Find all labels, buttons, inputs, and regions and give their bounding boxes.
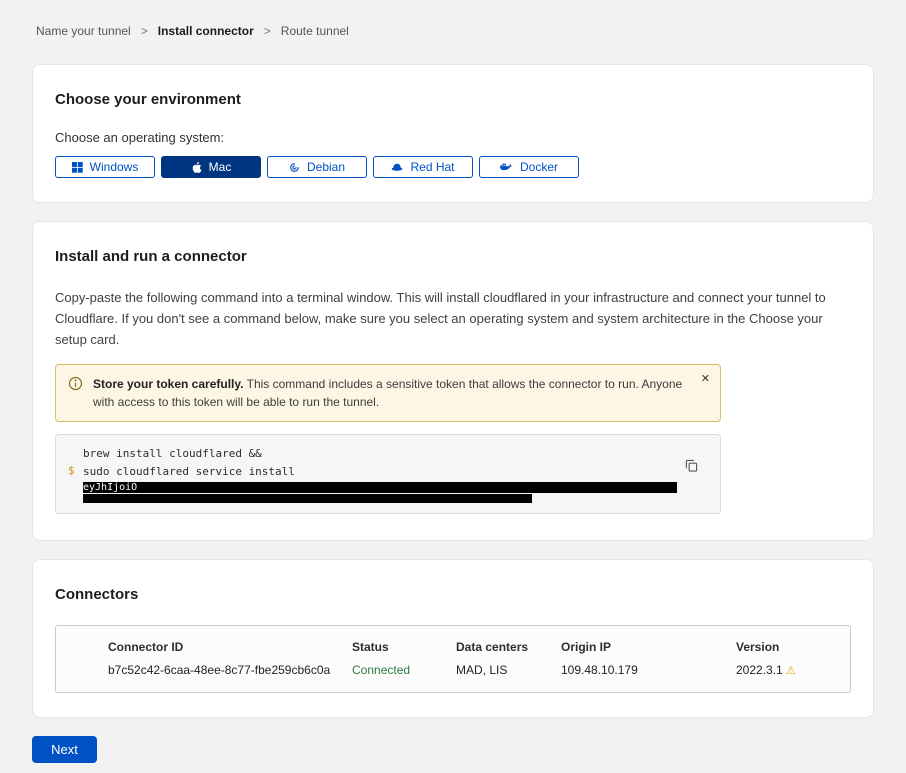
alert-text: Store your token carefully. This command… [93, 375, 686, 411]
redacted-token-bar [83, 494, 532, 503]
breadcrumb-separator: > [141, 24, 148, 38]
os-button-label: Mac [209, 160, 232, 174]
token-prefix: eyJhIjoiO [83, 482, 137, 493]
breadcrumb: Name your tunnel > Install connector > R… [32, 0, 874, 38]
next-button[interactable]: Next [32, 736, 97, 763]
col-header-version: Version [736, 640, 840, 654]
os-button-docker[interactable]: Docker [479, 156, 579, 178]
environment-card: Choose your environment Choose an operat… [32, 64, 874, 203]
install-card-title: Install and run a connector [55, 248, 851, 265]
page: Name your tunnel > Install connector > R… [0, 0, 906, 773]
breadcrumb-step-route-tunnel[interactable]: Route tunnel [281, 24, 349, 38]
terminal-line-2: sudo cloudflared service install [83, 463, 676, 481]
os-button-label: Debian [307, 160, 345, 174]
os-button-mac[interactable]: Mac [161, 156, 261, 178]
status-badge: Connected [352, 663, 456, 677]
version-warning-icon: ⚠ [786, 665, 796, 677]
os-button-row: Windows Mac Debian Red Hat [55, 156, 851, 178]
cell-origin-ip: 109.48.10.179 [561, 663, 736, 677]
terminal-prompt: $ [68, 464, 75, 477]
redhat-icon [391, 162, 403, 173]
apple-icon [191, 161, 202, 174]
os-button-redhat[interactable]: Red Hat [373, 156, 473, 178]
connectors-card-title: Connectors [55, 586, 851, 603]
debian-icon [289, 162, 300, 173]
cell-data-centers: MAD, LIS [456, 663, 561, 677]
col-header-status: Status [352, 640, 456, 654]
os-button-windows[interactable]: Windows [55, 156, 155, 178]
breadcrumb-step-name-your-tunnel[interactable]: Name your tunnel [36, 24, 131, 38]
terminal-line-1: brew install cloudflared && [83, 445, 676, 463]
col-header-origin-ip: Origin IP [561, 640, 736, 654]
info-icon [68, 376, 83, 396]
os-button-label: Windows [90, 160, 139, 174]
token-warning-alert: Store your token carefully. This command… [55, 364, 721, 422]
breadcrumb-step-install-connector[interactable]: Install connector [158, 24, 254, 38]
breadcrumb-separator: > [264, 24, 271, 38]
windows-icon [72, 162, 83, 173]
close-icon[interactable]: ✕ [701, 374, 710, 385]
redacted-token-bar: eyJhIjoiO [83, 482, 677, 493]
connectors-table: Connector ID Status Data centers Origin … [55, 625, 851, 693]
install-description: Copy-paste the following command into a … [55, 287, 851, 350]
os-button-debian[interactable]: Debian [267, 156, 367, 178]
os-button-label: Red Hat [410, 160, 454, 174]
col-header-data-centers: Data centers [456, 640, 561, 654]
version-value: 2022.3.1 [736, 663, 783, 677]
terminal-lines: brew install cloudflared && sudo cloudfl… [83, 445, 676, 503]
os-button-label: Docker [520, 160, 558, 174]
docker-icon [500, 162, 513, 172]
install-card: Install and run a connector Copy-paste t… [32, 221, 874, 541]
copy-icon[interactable] [685, 459, 698, 472]
os-select-label: Choose an operating system: [55, 130, 851, 145]
cell-connector-id: b7c52c42-6caa-48ee-8c77-fbe259cb6c0a [108, 663, 352, 677]
terminal-command-block: $ brew install cloudflared && sudo cloud… [55, 434, 721, 514]
environment-card-title: Choose your environment [55, 91, 851, 108]
alert-title: Store your token carefully. [93, 377, 244, 391]
connectors-card: Connectors Connector ID Status Data cent… [32, 559, 874, 718]
col-header-connector-id: Connector ID [108, 640, 352, 654]
cell-version: 2022.3.1⚠ [736, 663, 840, 677]
